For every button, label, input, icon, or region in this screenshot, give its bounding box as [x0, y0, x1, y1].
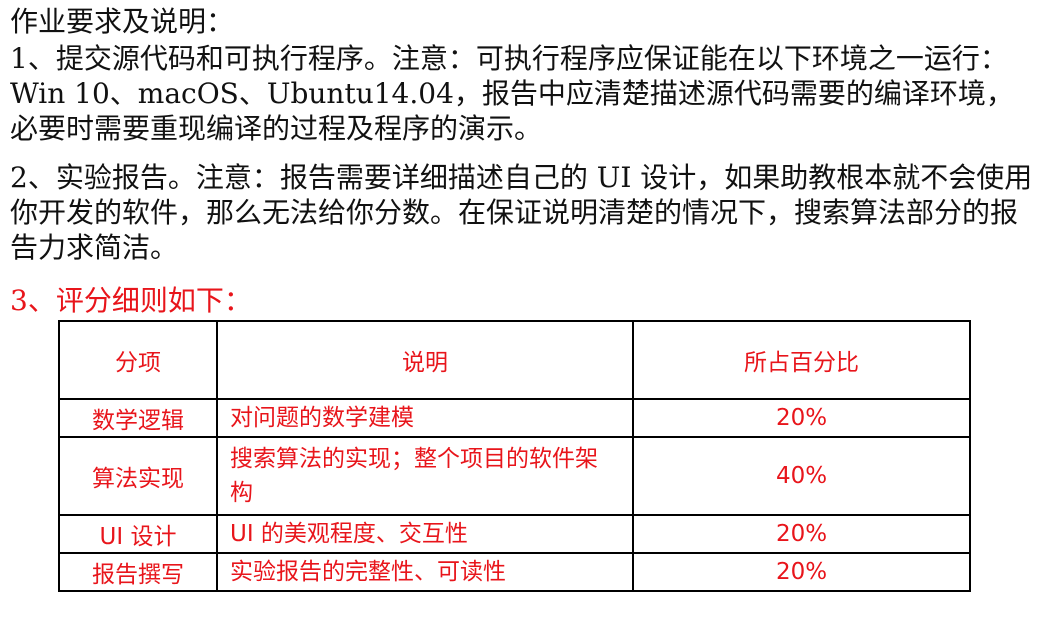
row-category: 数学逻辑 — [58, 398, 218, 438]
header-description: 说明 — [216, 320, 634, 400]
table-header-row: 分项 说明 所占百分比 — [58, 320, 971, 400]
requirement-item-2: 2、实验报告。注意：报告需要详细描述自己的 UI 设计，如果助教根本就不会使用你… — [10, 161, 1033, 264]
row-percent: 40% — [632, 436, 971, 516]
row-percent: 20% — [632, 514, 971, 554]
requirement-item-1: 1、提交源代码和可执行程序。注意：可执行程序应保证能在以下环境之一运行： Win… — [10, 42, 1026, 145]
table-row: 报告撰写 实验报告的完整性、可读性 20% — [58, 552, 971, 592]
table-row: UI 设计 UI 的美观程度、交互性 20% — [58, 514, 971, 554]
table-row: 算法实现 搜索算法的实现；整个项目的软件架构 40% — [58, 436, 971, 516]
row-percent: 20% — [632, 552, 971, 592]
row-category: 报告撰写 — [58, 552, 218, 592]
table-row: 数学逻辑 对问题的数学建模 20% — [58, 398, 971, 438]
header-percent: 所占百分比 — [632, 320, 971, 400]
section-heading: 作业要求及说明： — [10, 5, 235, 38]
row-category: 算法实现 — [58, 436, 218, 516]
row-category: UI 设计 — [58, 514, 218, 554]
header-category: 分项 — [58, 320, 218, 400]
requirement-item-3: 3、评分细则如下： — [10, 284, 252, 317]
row-description: UI 的美观程度、交互性 — [216, 514, 634, 554]
grading-table: 分项 说明 所占百分比 数学逻辑 对问题的数学建模 20% 算法实现 搜索算法的… — [58, 320, 971, 592]
row-percent: 20% — [632, 398, 971, 438]
row-description: 搜索算法的实现；整个项目的软件架构 — [216, 436, 634, 516]
row-description: 实验报告的完整性、可读性 — [216, 552, 634, 592]
row-description: 对问题的数学建模 — [216, 398, 634, 438]
